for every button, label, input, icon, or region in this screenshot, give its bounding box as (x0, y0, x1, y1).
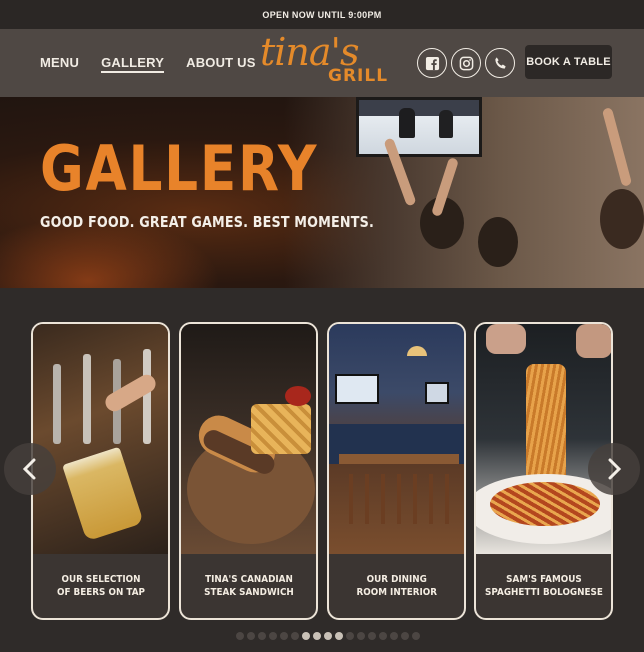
pagination-dot[interactable] (313, 632, 321, 640)
chevron-left-icon (22, 458, 36, 480)
logo-wordmark: GRILL (328, 66, 389, 86)
carousel-next-button[interactable] (588, 443, 640, 495)
card-caption: OUR SELECTION OF BEERS ON TAP (56, 574, 145, 598)
instagram-button[interactable] (451, 48, 481, 78)
beer-tap-photo (33, 324, 168, 554)
pagination-dot[interactable] (247, 632, 255, 640)
pagination-dot[interactable] (379, 632, 387, 640)
pagination-dot[interactable] (335, 632, 343, 640)
chevron-right-icon (608, 458, 622, 480)
pagination-dot[interactable] (401, 632, 409, 640)
pagination-dot[interactable] (269, 632, 277, 640)
pagination-dot[interactable] (280, 632, 288, 640)
crowd-figure (600, 189, 644, 249)
dining-room-photo (329, 324, 464, 554)
pagination-dot[interactable] (324, 632, 332, 640)
hero-title: GALLERY (40, 132, 319, 205)
nav-link-menu[interactable]: MENU (40, 55, 79, 73)
gallery-card[interactable]: OUR DINING ROOM INTERIOR (327, 322, 466, 620)
card-caption: SAM'S FAMOUS SPAGHETTI BOLOGNESE (484, 574, 603, 598)
hero-tv-screen (356, 97, 482, 157)
opening-hours-text: OPEN NOW UNTIL 9:00PM (262, 9, 382, 20)
pagination-dot[interactable] (236, 632, 244, 640)
phone-icon (494, 56, 506, 69)
card-caption: OUR DINING ROOM INTERIOR (356, 574, 437, 598)
announcement-bar: OPEN NOW UNTIL 9:00PM (0, 0, 644, 29)
spaghetti-photo (476, 324, 611, 554)
pagination-dot[interactable] (412, 632, 420, 640)
instagram-icon (459, 56, 473, 70)
nav-link-about-us[interactable]: ABOUT US (186, 55, 256, 73)
phone-button[interactable] (485, 48, 515, 78)
pagination-dot[interactable] (390, 632, 398, 640)
carousel-prev-button[interactable] (4, 443, 56, 495)
crowd-figure (478, 217, 518, 267)
pagination-dot[interactable] (357, 632, 365, 640)
book-a-table-button[interactable]: BOOK A TABLE (525, 45, 612, 79)
nav-links: MENU GALLERY ABOUT US (40, 55, 256, 73)
steak-sandwich-photo (181, 324, 316, 554)
card-caption: TINA'S CANADIAN STEAK SANDWICH (203, 574, 294, 598)
hero-subtitle: GOOD FOOD. GREAT GAMES. BEST MOMENTS. (40, 213, 374, 231)
facebook-icon (425, 56, 439, 70)
facebook-button[interactable] (417, 48, 447, 78)
pagination-dot[interactable] (368, 632, 376, 640)
pagination-dot[interactable] (291, 632, 299, 640)
pagination-dot[interactable] (346, 632, 354, 640)
gallery-card[interactable]: TINA'S CANADIAN STEAK SANDWICH (179, 322, 318, 620)
pagination-dot[interactable] (258, 632, 266, 640)
carousel-pagination (236, 632, 420, 640)
pagination-dot[interactable] (302, 632, 310, 640)
brand-logo[interactable]: tina's GRILL (256, 30, 389, 94)
nav-link-gallery[interactable]: GALLERY (101, 55, 165, 73)
